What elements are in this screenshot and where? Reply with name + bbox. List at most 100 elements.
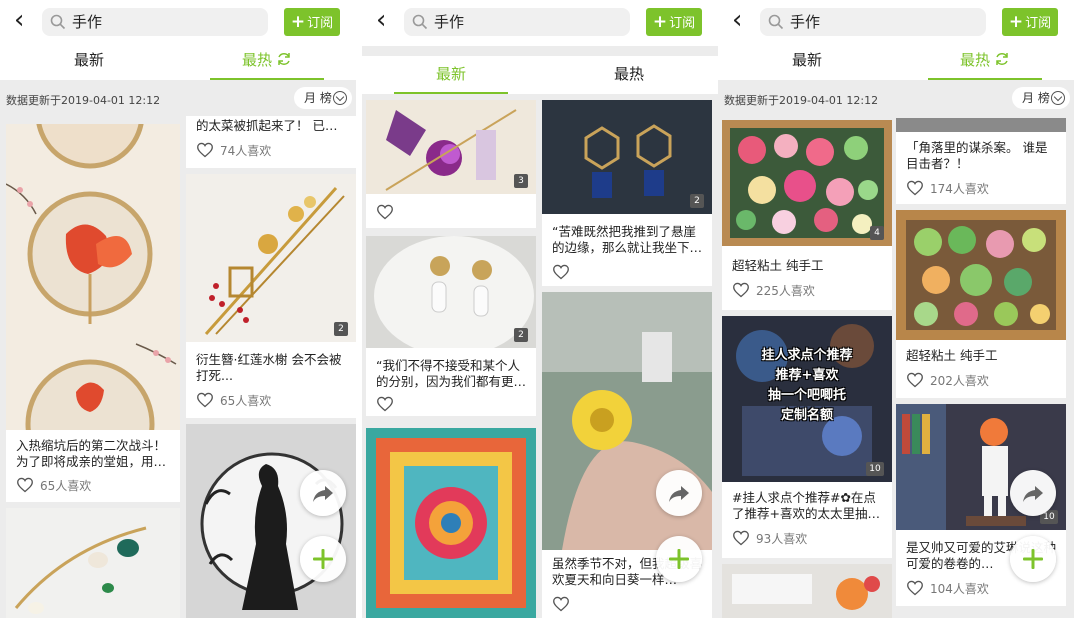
panel-hot-monthly-2: ‹ 手作 + 订阅 最新 最热 数据更新于2019-04-01 12:12 月 榜 [718, 0, 1074, 618]
feed-card[interactable]: 2 “我们不得不接受和某个人的分别，因为我们都有更… [366, 236, 536, 416]
card-image [896, 118, 1066, 132]
feed-card[interactable] [722, 564, 892, 618]
back-arrow-icon[interactable]: ‹ [14, 7, 24, 33]
card-likes[interactable]: 65人喜欢 [196, 392, 271, 410]
card-likes[interactable]: 202人喜欢 [906, 372, 989, 390]
card-likes[interactable]: 225人喜欢 [732, 282, 815, 300]
add-post-button[interactable] [1010, 536, 1056, 582]
tab-latest-label: 最新 [435, 65, 466, 83]
card-title: 超轻粘土 纯手工 [906, 348, 998, 363]
feed-card[interactable]: 的太菜被抓起来了！ 已… 74人喜欢 [186, 116, 356, 168]
feed-card[interactable]: 超轻粘土 纯手工 202人喜欢 [896, 210, 1066, 398]
tab-latest[interactable]: 最新 [362, 56, 540, 94]
tab-hot[interactable]: 最热 [896, 42, 1074, 80]
tab-latest[interactable]: 最新 [0, 42, 178, 80]
feed-card[interactable]: 「角落里的谋杀案。 谁是目击者？！ 174人喜欢 [896, 118, 1066, 204]
share-button[interactable] [656, 470, 702, 516]
search-input[interactable]: 手作 [404, 8, 630, 36]
card-likes[interactable] [552, 264, 576, 282]
back-arrow-icon[interactable]: ‹ [376, 7, 386, 33]
feed-card[interactable]: 4 超轻粘土 纯手工 225人喜欢 [722, 120, 892, 310]
refresh-icon [276, 51, 292, 67]
tab-latest-label: 最新 [73, 51, 104, 69]
subscribe-button[interactable]: + 订阅 [646, 8, 702, 36]
ranking-dropdown[interactable]: 月 榜 [294, 87, 352, 109]
search-query: 手作 [434, 13, 465, 31]
share-button[interactable] [300, 470, 346, 516]
panel-hot-monthly: ‹ 手作 + 订阅 最新 最热 数据更新于2019-04-01 12:12 月 榜 [0, 0, 356, 618]
feed-card[interactable]: 2 衍生簪·红莲水榭 会不会被打死... 65人喜欢 [186, 174, 356, 418]
heart-icon [552, 596, 570, 612]
card-image: 2 [186, 174, 356, 342]
likes-count: 65人喜欢 [220, 394, 272, 408]
plus-icon: + [652, 12, 668, 32]
refresh-icon [994, 51, 1010, 67]
card-likes[interactable]: 74人喜欢 [196, 142, 271, 160]
card-likes[interactable]: 65人喜欢 [16, 477, 91, 495]
card-title: 「角落里的谋杀案。 谁是目击者？！ [906, 140, 1048, 171]
plus-icon: + [290, 12, 306, 32]
tab-bar: 最新 最热 [718, 42, 1074, 80]
share-button[interactable] [1010, 470, 1056, 516]
ranking-label: 月 榜 [1022, 91, 1050, 105]
add-post-button[interactable] [300, 536, 346, 582]
card-image [366, 428, 536, 618]
subscribe-button[interactable]: + 订阅 [1002, 8, 1058, 36]
chevron-down-icon [1051, 91, 1065, 105]
heart-icon [196, 392, 214, 408]
ranking-dropdown[interactable]: 月 榜 [1012, 87, 1070, 109]
search-input[interactable]: 手作 [42, 8, 268, 36]
tab-latest[interactable]: 最新 [718, 42, 896, 80]
info-bar: 数据更新于2019-04-01 12:12 月 榜 [0, 80, 356, 118]
top-bar: ‹ 手作 + 订阅 [718, 0, 1074, 42]
image-count-badge: 2 [514, 328, 528, 342]
likes-count: 74人喜欢 [220, 144, 272, 158]
tab-hot[interactable]: 最热 [178, 42, 356, 80]
divider [362, 46, 718, 56]
plus-icon [1021, 547, 1045, 571]
card-image [6, 124, 180, 430]
heart-icon [196, 142, 214, 158]
feed[interactable]: 数据更新于2019-04-01 12:12 月 榜 入热缩坑后的第二次战斗！为了… [0, 80, 356, 618]
back-arrow-icon[interactable]: ‹ [732, 7, 742, 33]
subscribe-button[interactable]: + 订阅 [284, 8, 340, 36]
ranking-label: 月 榜 [304, 91, 332, 105]
plus-icon: + [1008, 12, 1024, 32]
card-likes[interactable] [376, 204, 400, 222]
card-image: 2 [542, 100, 712, 214]
feed-card[interactable] [186, 424, 356, 618]
likes-count: 225人喜欢 [756, 284, 815, 298]
feed-card[interactable]: 挂人求点个推荐 推荐+喜欢 抽一个吧唧托 定制名额 10 #挂人求点个推荐#✿在… [722, 316, 892, 558]
data-updated-text: 数据更新于2019-04-01 12:12 [6, 94, 161, 107]
card-image: 挂人求点个推荐 推荐+喜欢 抽一个吧唧托 定制名额 10 [722, 316, 892, 482]
overlay-line: 挂人求点个推荐 [761, 348, 853, 363]
card-likes[interactable]: 104人喜欢 [906, 580, 989, 598]
image-count-badge: 2 [690, 194, 704, 208]
card-likes[interactable]: 174人喜欢 [906, 180, 989, 198]
share-icon [667, 481, 691, 505]
card-title: 入热缩坑后的第二次战斗！为了即将成亲的堂姐，用… [16, 438, 167, 469]
chevron-down-icon [333, 91, 347, 105]
plus-icon [311, 547, 335, 571]
feed-card[interactable]: 2 “苦难既然把我推到了悬崖的边缘，那么就让我坐下… [542, 100, 712, 286]
search-input[interactable]: 手作 [760, 8, 986, 36]
likes-count: 174人喜欢 [930, 182, 989, 196]
feed-card[interactable] [6, 508, 180, 618]
card-image [896, 210, 1066, 340]
likes-count: 93人喜欢 [756, 532, 808, 546]
heart-icon [552, 264, 570, 280]
card-likes[interactable] [552, 596, 576, 614]
card-likes[interactable]: 93人喜欢 [732, 530, 807, 548]
image-overlay-text: 挂人求点个推荐 推荐+喜欢 抽一个吧唧托 定制名额 [722, 346, 892, 426]
feed-card[interactable]: 入热缩坑后的第二次战斗！为了即将成亲的堂姐，用… 65人喜欢 [6, 124, 180, 502]
tab-hot[interactable]: 最热 [540, 56, 718, 94]
feed-card[interactable]: 3 [366, 100, 536, 228]
card-likes[interactable] [376, 396, 400, 414]
feed[interactable]: 数据更新于2019-04-01 12:12 月 榜 4 超轻粘土 纯手工 225… [718, 80, 1074, 618]
feed-card[interactable] [366, 428, 536, 618]
search-icon [50, 14, 66, 30]
likes-count: 104人喜欢 [930, 582, 989, 596]
overlay-line: 抽一个吧唧托 [767, 388, 846, 403]
top-bar: ‹ 手作 + 订阅 [0, 0, 356, 42]
add-post-button[interactable] [656, 536, 702, 582]
